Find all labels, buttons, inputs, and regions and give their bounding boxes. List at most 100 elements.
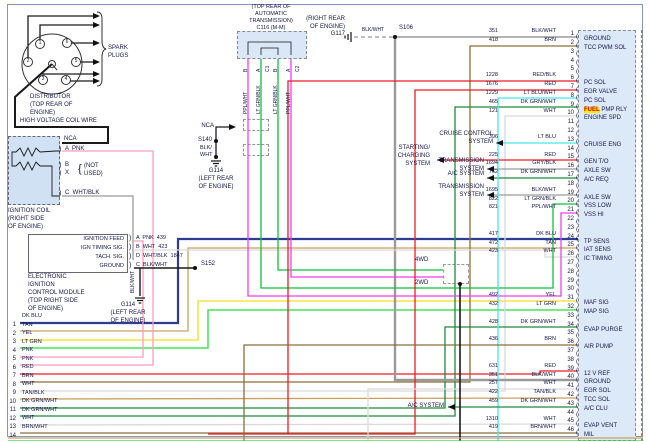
- pin-bracket: (: [576, 112, 578, 119]
- g117-label: (RIGHT REAR: [306, 16, 345, 23]
- c116-pin-letter: B: [244, 69, 250, 72]
- left-row-number: 10: [9, 399, 16, 406]
- pin-bracket: (: [576, 209, 578, 216]
- pin-bracket: (: [576, 235, 578, 242]
- wire-color-label: WHT: [543, 108, 556, 114]
- left-row-wire-name: BRN: [22, 373, 34, 379]
- terminal-number: 1: [39, 41, 42, 47]
- circuit-number: 432: [489, 301, 498, 307]
- pin-number: 29: [567, 278, 574, 285]
- pin-bracket: (: [576, 191, 578, 198]
- pin-function-label: GROUND: [584, 379, 611, 386]
- ecm-label: (TOP RIGHT SIDE: [28, 298, 78, 305]
- pin-number: 16: [567, 163, 574, 170]
- pin-number: 12: [567, 128, 574, 135]
- circuit-number: 225: [489, 152, 498, 158]
- spark-plugs-label: PLUGS: [108, 53, 128, 60]
- pin-number: 41: [567, 383, 574, 390]
- pin-function-label: TCC PWM SOL: [584, 45, 626, 52]
- pin-number: 31: [567, 295, 574, 302]
- pin-bracket: (: [576, 156, 578, 163]
- wire: [216, 127, 230, 158]
- c116-title: (TOP REAR OF: [252, 4, 291, 10]
- ignition-coil-label: IGNITION COIL: [8, 208, 50, 215]
- pin-number: 10: [567, 110, 574, 117]
- system-ref-label: CHARGING: [398, 153, 430, 160]
- pin-number: 19: [567, 190, 574, 197]
- circuit-number: 1694: [486, 160, 498, 166]
- ground-label: OF ENGINE): [110, 318, 145, 325]
- arrow-right-icon: [93, 71, 100, 77]
- circuit-number: 428: [489, 319, 498, 325]
- pin-bracket: (: [576, 332, 578, 339]
- pin-number: 37: [567, 348, 574, 355]
- circuit-number: 472: [489, 240, 498, 246]
- pin-bracket: ): [59, 170, 61, 178]
- pin-bracket: ): [59, 146, 61, 154]
- ground-label: OF ENGINE): [198, 184, 233, 191]
- circuit-number: 1695: [486, 187, 498, 193]
- pin-bracket: (: [576, 226, 578, 233]
- wire-color-label: WHT: [543, 416, 556, 422]
- ecm-label: IGNITION: [28, 282, 55, 289]
- circuit-number: 257: [489, 380, 498, 386]
- pin-number: 35: [567, 330, 574, 337]
- pin-function-label: VSS HI: [584, 212, 604, 219]
- pin-bracket: (: [576, 341, 578, 348]
- left-row-wire-name: YEL: [22, 330, 32, 336]
- circuit-number: 762: [489, 169, 498, 175]
- terminal-number: 4: [65, 77, 68, 83]
- circuit-number: 1228: [486, 72, 498, 78]
- pin-bracket: (: [576, 77, 578, 84]
- pin-number: 40: [567, 374, 574, 381]
- system-ref-label: TRANSMISSION: [438, 158, 484, 165]
- arrow-right-icon: [93, 22, 100, 28]
- pin-bracket: (: [576, 314, 578, 321]
- pin-bracket: (: [576, 253, 578, 260]
- wire: [40, 166, 60, 196]
- left-row-wire-name: PNK: [22, 347, 33, 353]
- pin-function-label: AXLE SW: [584, 195, 611, 202]
- wire: [248, 42, 291, 55]
- pin-bracket: (: [576, 279, 578, 286]
- pin-function-label: EGR SOL: [584, 388, 611, 395]
- pin-function-label: ENGINE SPD: [584, 115, 621, 122]
- left-row-wire-name: TAN: [22, 322, 33, 328]
- pin-function-label: EVAP PURGE: [584, 327, 622, 334]
- pin-bracket: (: [576, 165, 578, 172]
- terminal-number: 6: [66, 40, 69, 46]
- c116-title: C116 (M-M): [257, 25, 286, 31]
- brace: {: [78, 163, 82, 176]
- left-row-wire-name: BRN/WHT: [22, 424, 48, 430]
- pin-number: 33: [567, 313, 574, 320]
- wire-color-label: BRN: [544, 336, 556, 342]
- pin-bracket: (: [576, 376, 578, 383]
- pin-bracket: ): [129, 235, 131, 243]
- not-used-label: USED): [84, 171, 103, 178]
- wire-color-label: BLK/WHT: [532, 28, 556, 34]
- pin-bracket: (: [576, 200, 578, 207]
- left-row-number: 9: [13, 390, 16, 397]
- circuit-number: 821: [489, 204, 498, 210]
- pin-number: 4: [571, 58, 574, 65]
- pin-function-label: PC SOL: [584, 98, 606, 105]
- left-row-wire-name: WHT: [22, 415, 35, 421]
- c116-pin-letter: B: [274, 69, 280, 72]
- left-row-wire-name: LT GRN: [22, 339, 42, 345]
- wire-color-label: PPL/WHT: [532, 204, 556, 210]
- pin-number: 15: [567, 154, 574, 161]
- circuit-number: 423: [489, 248, 498, 254]
- left-row-wire-name: PNK: [22, 356, 33, 362]
- wire-color-label: BLK/WHT: [532, 187, 556, 193]
- pin-number: 13: [567, 137, 574, 144]
- ecm-label: CONTROL MODULE: [28, 290, 84, 297]
- pin-number: 30: [567, 286, 574, 293]
- pin-bracket: (: [576, 86, 578, 93]
- left-row-number: 1: [13, 322, 16, 329]
- splice-dot: [214, 155, 218, 159]
- pin-bracket: (: [576, 68, 578, 75]
- c116-pin-letter: C1: [266, 66, 272, 72]
- wire: [12, 152, 16, 166]
- pin-bracket: (: [576, 138, 578, 145]
- ecm-pin-label: C BLK/WHT: [136, 262, 167, 268]
